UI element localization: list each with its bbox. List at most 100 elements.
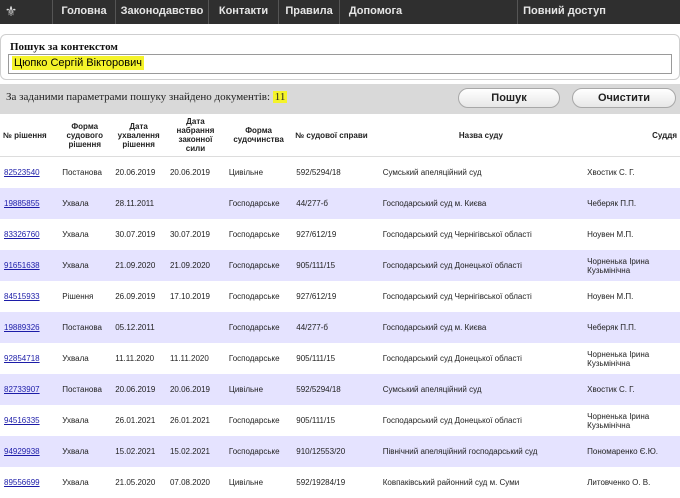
cell-court: Господарський суд Донецької області <box>378 405 584 436</box>
table-row: 82523540 Постанова 20.06.2019 20.06.2019… <box>0 156 680 188</box>
cell-form: Ухвала <box>58 467 112 498</box>
cell-court: Господарський суд Донецької області <box>378 250 584 281</box>
cell-form: Рішення <box>58 281 112 312</box>
search-button[interactable]: Пошук <box>458 88 560 108</box>
cell-judge: Чорненька Ірина Кузьмінічна <box>583 343 680 374</box>
decision-link[interactable]: 19885855 <box>0 188 59 219</box>
decision-link[interactable]: 83326760 <box>0 219 59 250</box>
col-case-number: № судової справи <box>292 114 379 157</box>
cell-date: 11.11.2020 <box>111 343 166 374</box>
cell-date: 30.07.2019 <box>111 219 166 250</box>
results-summary-text: За заданими параметрами пошуку знайдено … <box>6 91 271 103</box>
table-row: 19885855 Ухвала 28.11.2011 Господарське … <box>0 188 680 219</box>
cell-judge: Ноувен М.П. <box>583 281 680 312</box>
nav-contacts[interactable]: Контакти <box>208 0 278 24</box>
col-decision-date: Дата ухвалення рішення <box>111 114 166 157</box>
cell-proceeding: Господарське <box>224 405 293 436</box>
cell-case: 905/111/15 <box>292 343 379 374</box>
cell-date: 28.11.2011 <box>111 188 166 219</box>
table-row: 84515933 Рішення 26.09.2019 17.10.2019 Г… <box>0 281 680 312</box>
search-label: Пошук за контекстом <box>10 41 118 53</box>
table-row: 92854718 Ухвала 11.11.2020 11.11.2020 Го… <box>0 343 680 374</box>
cell-court: Сумський апеляційний суд <box>378 156 584 188</box>
cell-effective: 20.06.2019 <box>165 156 225 188</box>
cell-court: Північний апеляційний господарський суд <box>378 436 584 467</box>
table-header-row: № рішення Форма судового рішення Дата ух… <box>0 114 680 157</box>
table-row: 19889326 Постанова 05.12.2011 Господарсь… <box>0 312 680 343</box>
cell-court: Ковпаківський районний суд м. Суми <box>378 467 584 498</box>
table-row: 82733907 Постанова 20.06.2019 20.06.2019… <box>0 374 680 405</box>
cell-judge: Чеберяк П.П. <box>583 188 680 219</box>
results-summary: За заданими параметрами пошуку знайдено … <box>6 91 288 103</box>
col-proceeding-form: Форма судочинства <box>224 114 293 157</box>
col-effective-date: Дата набрання законної сили <box>165 114 225 157</box>
cell-judge: Чеберяк П.П. <box>583 312 680 343</box>
col-judge: Суддя <box>583 114 680 157</box>
cell-form: Ухвала <box>58 188 112 219</box>
decision-link[interactable]: 92854718 <box>0 343 59 374</box>
cell-form: Ухвала <box>58 343 112 374</box>
search-input-value[interactable]: Цюпко Сергій Вікторович <box>12 56 144 70</box>
clear-button[interactable]: Очистити <box>572 88 676 108</box>
decision-link[interactable]: 91651638 <box>0 250 59 281</box>
nav-rules[interactable]: Правила <box>278 0 339 24</box>
cell-proceeding: Господарське <box>224 343 293 374</box>
col-court-name: Назва суду <box>378 114 584 157</box>
decision-link[interactable]: 84515933 <box>0 281 59 312</box>
cell-court: Господарський суд Донецької області <box>378 343 584 374</box>
decision-link[interactable]: 19889326 <box>0 312 59 343</box>
nav-legislation[interactable]: Законодавство <box>115 0 208 24</box>
cell-court: Господарський суд Чернігівської області <box>378 281 584 312</box>
nav-home[interactable]: Головна <box>52 0 115 24</box>
cell-proceeding: Цивільне <box>224 156 293 188</box>
decision-link[interactable]: 94929938 <box>0 436 59 467</box>
decision-link[interactable]: 82733907 <box>0 374 59 405</box>
cell-date: 20.06.2019 <box>111 156 166 188</box>
cell-effective: 07.08.2020 <box>165 467 225 498</box>
cell-case: 905/111/15 <box>292 250 379 281</box>
cell-form: Постанова <box>58 156 112 188</box>
cell-effective: 20.06.2019 <box>165 374 225 405</box>
cell-case: 592/5294/18 <box>292 374 379 405</box>
table-row: 94929938 Ухвала 15.02.2021 15.02.2021 Го… <box>0 436 680 467</box>
cell-judge: Литовченко О. В. <box>583 467 680 498</box>
cell-effective <box>165 312 225 343</box>
cell-judge: Хвостик С. Г. <box>583 374 680 405</box>
nav-help[interactable]: Допомога <box>339 0 411 24</box>
cell-form: Постанова <box>58 312 112 343</box>
cell-effective: 21.09.2020 <box>165 250 225 281</box>
cell-form: Ухвала <box>58 436 112 467</box>
cell-form: Постанова <box>58 374 112 405</box>
cell-date: 21.05.2020 <box>111 467 166 498</box>
decision-link[interactable]: 82523540 <box>0 156 59 188</box>
cell-court: Господарський суд м. Києва <box>378 188 584 219</box>
cell-form: Ухвала <box>58 250 112 281</box>
cell-date: 21.09.2020 <box>111 250 166 281</box>
cell-proceeding: Цивільне <box>224 467 293 498</box>
table-row: 89556699 Ухвала 21.05.2020 07.08.2020 Ци… <box>0 467 680 498</box>
cell-effective: 26.01.2021 <box>165 405 225 436</box>
decision-link[interactable]: 94516335 <box>0 405 59 436</box>
results-table: № рішення Форма судового рішення Дата ух… <box>0 114 680 498</box>
cell-effective: 11.11.2020 <box>165 343 225 374</box>
results-count: 11 <box>272 91 288 103</box>
nav-full-access[interactable]: Повний доступ <box>517 0 611 24</box>
cell-effective: 17.10.2019 <box>165 281 225 312</box>
decision-link[interactable]: 89556699 <box>0 467 59 498</box>
cell-effective: 30.07.2019 <box>165 219 225 250</box>
cell-case: 927/612/19 <box>292 219 379 250</box>
cell-proceeding: Господарське <box>224 219 293 250</box>
table-row: 91651638 Ухвала 21.09.2020 21.09.2020 Го… <box>0 250 680 281</box>
cell-date: 26.01.2021 <box>111 405 166 436</box>
cell-proceeding: Господарське <box>224 188 293 219</box>
cell-court: Господарський суд Чернігівської області <box>378 219 584 250</box>
cell-case: 927/612/19 <box>292 281 379 312</box>
cell-form: Ухвала <box>58 219 112 250</box>
cell-proceeding: Господарське <box>224 312 293 343</box>
col-decision-form: Форма судового рішення <box>58 114 112 157</box>
cell-case: 44/277-б <box>292 188 379 219</box>
cell-proceeding: Господарське <box>224 250 293 281</box>
cell-case: 44/277-б <box>292 312 379 343</box>
cell-court: Господарський суд м. Києва <box>378 312 584 343</box>
cell-judge: Пономаренко Є.Ю. <box>583 436 680 467</box>
